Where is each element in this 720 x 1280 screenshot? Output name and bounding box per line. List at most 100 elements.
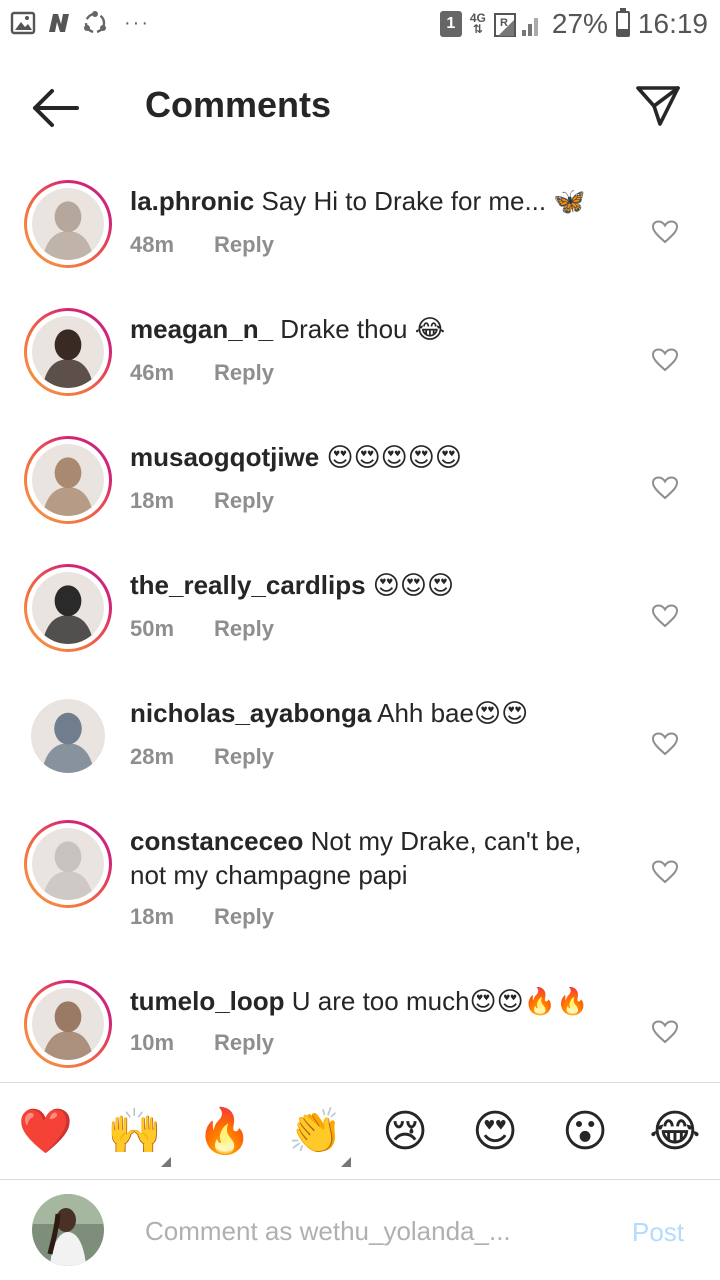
comment-meta: 50m Reply bbox=[130, 616, 274, 642]
comment-item: musaogqotjiwe 😍😍😍😍😍 18m Reply bbox=[0, 436, 720, 546]
comment-meta: 18m Reply bbox=[130, 488, 274, 514]
heart-outline-icon[interactable] bbox=[652, 604, 678, 628]
emoji-laughing[interactable]: 😂 bbox=[648, 1105, 702, 1159]
comment-item: tumelo_loop U are too much😍😍🔥🔥 10m Reply bbox=[0, 980, 720, 1080]
comment-composer: Post bbox=[0, 1181, 720, 1280]
n-app-icon bbox=[49, 14, 69, 32]
network-type: 4G ⇅ bbox=[470, 12, 486, 35]
gallery-icon bbox=[10, 11, 36, 35]
avatar-photo bbox=[31, 699, 105, 773]
comment-meta: 46m Reply bbox=[130, 360, 274, 386]
avatar[interactable] bbox=[24, 820, 112, 908]
comment-username[interactable]: constanceceo bbox=[130, 826, 303, 856]
battery-percent: 27% bbox=[551, 8, 608, 39]
comment-item: constanceceo Not my Drake, can't be, not… bbox=[0, 820, 720, 960]
arrow-left-icon[interactable] bbox=[30, 84, 82, 132]
comment-username[interactable]: musaogqotjiwe bbox=[130, 442, 319, 472]
current-user-photo bbox=[32, 1194, 104, 1266]
emoji-clapping[interactable]: 👏 bbox=[288, 1105, 343, 1159]
current-user-avatar bbox=[32, 1194, 104, 1266]
svg-text:R: R bbox=[500, 17, 508, 29]
reply-button[interactable]: Reply bbox=[214, 232, 274, 258]
post-button[interactable]: Post bbox=[632, 1217, 684, 1248]
emoji-surprised[interactable]: 😮 bbox=[558, 1105, 612, 1159]
clock: 16:19 bbox=[637, 8, 708, 39]
heart-outline-icon[interactable] bbox=[652, 732, 678, 756]
heart-outline-icon[interactable] bbox=[652, 1020, 678, 1044]
reply-button[interactable]: Reply bbox=[214, 488, 274, 514]
avatar[interactable] bbox=[24, 180, 112, 268]
comment-time: 50m bbox=[130, 616, 175, 641]
comment-item: the_really_cardlips 😍😍😍 50m Reply bbox=[0, 564, 720, 674]
comment-text: la.phronic Say Hi to Drake for me... 🦋 bbox=[130, 184, 610, 218]
page-title: Comments bbox=[145, 84, 332, 125]
comment-username[interactable]: nicholas_ayabonga bbox=[130, 698, 371, 728]
comment-text: nicholas_ayabonga Ahh bae😍😍 bbox=[130, 696, 610, 730]
sync-icon bbox=[84, 11, 106, 34]
status-right: 1 4G ⇅ R 27% 16:19 bbox=[439, 8, 708, 40]
avatar-inner bbox=[27, 983, 109, 1065]
avatar[interactable] bbox=[24, 436, 112, 524]
comment-message: Ahh bae😍😍 bbox=[371, 698, 529, 728]
reply-button[interactable]: Reply bbox=[214, 1030, 274, 1056]
header: Comments bbox=[0, 60, 720, 152]
emoji-raised-hands[interactable]: 🙌 bbox=[107, 1105, 162, 1159]
comment-message: U are too much😍😍🔥🔥 bbox=[284, 986, 589, 1016]
comment-username[interactable]: la.phronic bbox=[130, 186, 254, 216]
battery-icon bbox=[615, 8, 630, 37]
comment-input[interactable] bbox=[145, 1211, 565, 1251]
emoji-heart[interactable]: ❤️ bbox=[18, 1105, 73, 1159]
comment-text: constanceceo Not my Drake, can't be, not… bbox=[130, 824, 610, 892]
avatar-photo bbox=[32, 828, 104, 900]
emoji-fire[interactable]: 🔥 bbox=[197, 1105, 252, 1159]
reply-button[interactable]: Reply bbox=[214, 744, 274, 770]
comment-username[interactable]: the_really_cardlips bbox=[130, 570, 366, 600]
battery-fill bbox=[617, 29, 628, 35]
comment-item: meagan_n_ Drake thou 😂 46m Reply bbox=[0, 308, 720, 418]
comment-text: musaogqotjiwe 😍😍😍😍😍 bbox=[130, 440, 610, 474]
comment-message: 😍😍😍😍😍 bbox=[319, 442, 462, 472]
comment-message: 😍😍😍 bbox=[365, 570, 455, 600]
avatar[interactable] bbox=[24, 308, 112, 396]
comment-meta: 28m Reply bbox=[130, 744, 274, 770]
comment-message: Drake thou 😂 bbox=[273, 314, 446, 344]
avatar-inner bbox=[27, 567, 109, 649]
more-notifications-dots: ··· bbox=[124, 12, 150, 34]
comment-time: 28m bbox=[130, 744, 175, 769]
avatar-photo bbox=[32, 188, 104, 260]
comment-username[interactable]: meagan_n_ bbox=[130, 314, 273, 344]
comment-time: 10m bbox=[130, 1030, 175, 1055]
avatar[interactable] bbox=[24, 564, 112, 652]
comment-text: tumelo_loop U are too much😍😍🔥🔥 bbox=[130, 984, 610, 1018]
comment-username[interactable]: tumelo_loop bbox=[130, 986, 285, 1016]
comment-meta: 48m Reply bbox=[130, 232, 274, 258]
sim-slot-badge: 1 bbox=[439, 11, 462, 37]
reply-button[interactable]: Reply bbox=[214, 360, 274, 386]
avatar[interactable] bbox=[24, 980, 112, 1068]
comment-meta: 18m Reply bbox=[130, 904, 274, 930]
reply-button[interactable]: Reply bbox=[214, 904, 274, 930]
comment-item: la.phronic Say Hi to Drake for me... 🦋 4… bbox=[0, 180, 720, 290]
avatar-photo bbox=[32, 988, 104, 1060]
emoji-heart-eyes[interactable]: 😍 bbox=[468, 1105, 522, 1159]
heart-outline-icon[interactable] bbox=[652, 348, 678, 372]
heart-outline-icon[interactable] bbox=[652, 860, 678, 884]
comment-meta: 10m Reply bbox=[130, 1030, 274, 1056]
paper-plane-icon[interactable] bbox=[634, 82, 682, 130]
comment-time: 18m bbox=[130, 488, 175, 513]
status-left: ··· bbox=[10, 10, 150, 36]
reply-button[interactable]: Reply bbox=[214, 616, 274, 642]
emoji-crying[interactable]: 😢 bbox=[378, 1105, 432, 1159]
avatar-inner bbox=[27, 439, 109, 521]
emoji-quick-bar: ❤️ 🙌 🔥 👏 😢 😍 😮 😂 bbox=[0, 1082, 720, 1180]
skin-tone-indicator bbox=[341, 1157, 351, 1167]
skin-tone-indicator bbox=[161, 1157, 171, 1167]
avatar-photo bbox=[32, 572, 104, 644]
heart-outline-icon[interactable] bbox=[652, 476, 678, 500]
avatar[interactable] bbox=[31, 699, 105, 773]
comment-time: 46m bbox=[130, 360, 175, 385]
avatar-inner bbox=[27, 183, 109, 265]
avatar-photo bbox=[32, 444, 104, 516]
signal-icon: R bbox=[493, 13, 538, 37]
heart-outline-icon[interactable] bbox=[652, 220, 678, 244]
